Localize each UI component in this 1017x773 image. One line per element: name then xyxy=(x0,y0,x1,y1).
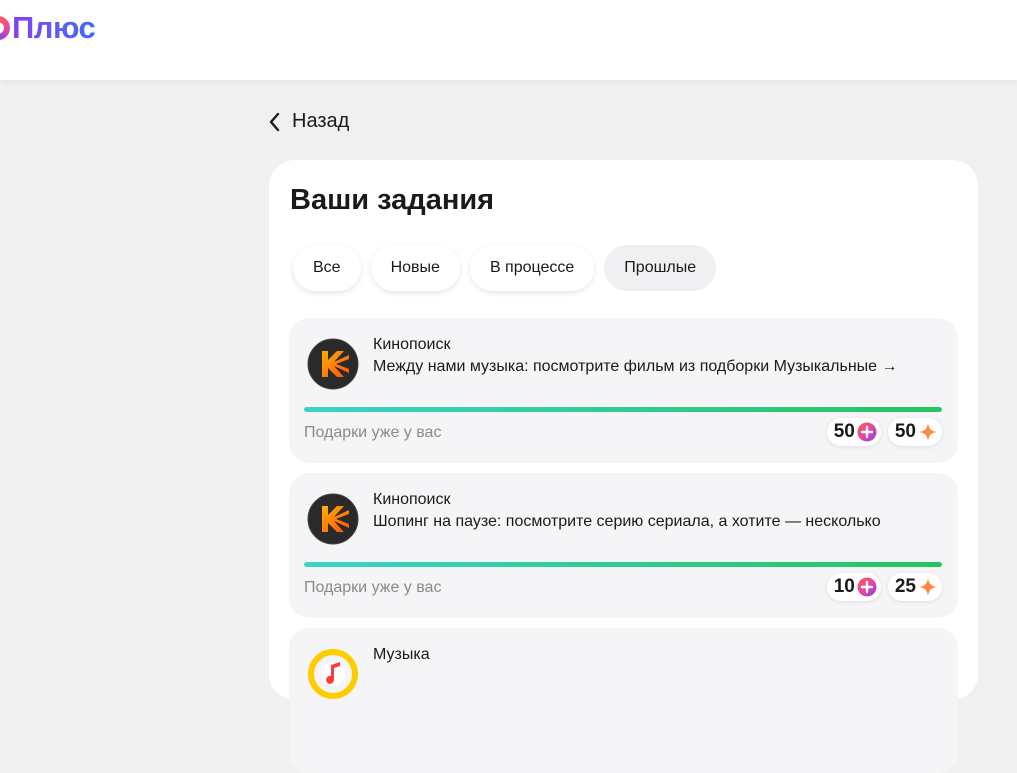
reward-sparkle: 25 xyxy=(887,573,942,601)
kinopoisk-logo-icon xyxy=(307,493,359,545)
task-progress-fill xyxy=(304,562,942,567)
reward-plus-points: 10 xyxy=(826,573,881,601)
task-progress-fill xyxy=(304,407,942,412)
reward-value: 50 xyxy=(894,421,916,442)
reward-value: 10 xyxy=(833,576,855,597)
task-card[interactable]: Кинопоиск Шопинг на паузе: посмотрите се… xyxy=(289,473,958,618)
sparkle-icon xyxy=(919,423,937,441)
back-button[interactable]: Назад xyxy=(268,110,349,133)
task-status: Подарки уже у вас xyxy=(304,424,442,441)
reward-sparkle: 50 xyxy=(887,418,942,446)
tab-past[interactable]: Прошлые xyxy=(604,245,717,291)
task-service-name: Музыка xyxy=(373,646,430,663)
task-rewards: 10 25 xyxy=(826,573,942,601)
reward-value: 50 xyxy=(833,421,855,442)
task-status: Подарки уже у вас xyxy=(304,579,442,596)
task-rewards: 50 50 xyxy=(826,418,942,446)
back-label: Назад xyxy=(292,110,350,132)
chevron-left-icon xyxy=(269,112,280,131)
reward-plus-points: 50 xyxy=(826,418,881,446)
task-service-name: Кинопоиск xyxy=(373,336,451,353)
task-title-link[interactable]: Шопинг на паузе: посмотрите серию сериал… xyxy=(373,513,881,531)
task-card[interactable]: Кинопоиск Между нами музыка: посмотрите … xyxy=(289,318,958,463)
task-card[interactable]: Музыка xyxy=(289,628,958,773)
plus-points-icon xyxy=(857,577,877,597)
kinopoisk-logo-icon xyxy=(307,338,359,390)
top-header: Плюс xyxy=(0,0,1017,80)
plus-logo[interactable]: Плюс xyxy=(0,10,96,46)
tasks-filter-tabs: Все Новые В процессе Прошлые xyxy=(293,245,717,291)
reward-value: 25 xyxy=(894,576,916,597)
tab-in-progress[interactable]: В процессе xyxy=(469,245,595,291)
yandex-music-logo-icon xyxy=(308,649,358,699)
tab-all[interactable]: Все xyxy=(293,245,361,291)
task-progress-bar xyxy=(304,562,942,567)
sparkle-icon xyxy=(919,578,937,596)
task-title-link[interactable]: Между нами музыка: посмотрите фильм из п… xyxy=(373,358,898,376)
page-title: Ваши задания xyxy=(290,184,495,216)
plus-logo-text: Плюс xyxy=(12,10,96,45)
plus-points-icon xyxy=(857,422,877,442)
task-service-name: Кинопоиск xyxy=(373,491,451,508)
task-progress-bar xyxy=(304,407,942,412)
tab-new[interactable]: Новые xyxy=(370,245,460,291)
plus-logo-icon xyxy=(0,16,10,40)
tasks-panel: Ваши задания Все Новые В процессе Прошлы… xyxy=(269,160,978,773)
